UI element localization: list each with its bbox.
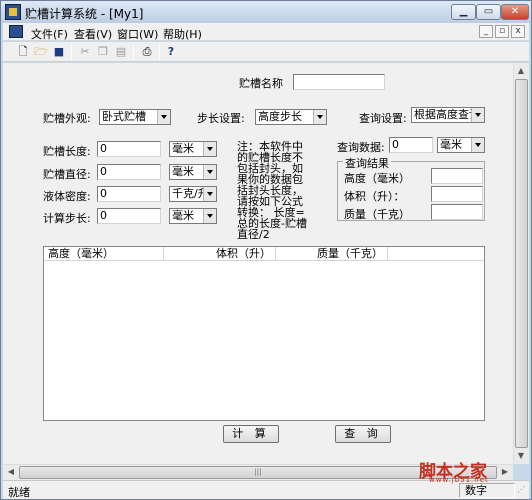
menu-window[interactable]: 窗口(W) [117,26,158,42]
toolbar-separator [159,45,160,59]
menu-file[interactable]: 文件(F) [31,26,68,42]
query-setting-label: 查询设置: [359,112,407,125]
chevron-down-icon[interactable] [203,142,216,156]
save-icon[interactable]: ■ [51,44,67,60]
conversion-note: 注：本软件中的贮槽长度不包括封头，如果你的数据包括封头长度，请按如下公式转换： … [237,140,307,241]
chevron-down-icon[interactable] [471,108,484,122]
help-icon[interactable]: ? [163,44,179,60]
shape-select[interactable]: 卧式贮槽 [99,109,171,125]
chevron-down-icon[interactable] [157,110,170,124]
query-data-unit-value: 毫米 [440,138,462,151]
column-header-volume[interactable]: 体积（升） [164,247,276,261]
result-mass-label: 质量（千克） [344,208,410,221]
menu-view[interactable]: 查看(V) [74,26,112,42]
tank-name-label: 贮槽名称 [239,77,283,90]
document-icon[interactable] [9,25,23,38]
minimize-button[interactable]: ▁ [451,4,476,20]
chevron-down-icon[interactable] [203,209,216,223]
shape-label: 贮槽外观: [43,112,91,125]
diameter-unit-value: 毫米 [172,165,194,178]
numlock-indicator: 数字 [459,483,515,498]
query-data-unit-select[interactable]: 毫米 [437,137,485,153]
length-unit-value: 毫米 [172,142,194,155]
open-folder-icon[interactable]: 🗁 [33,44,49,60]
diameter-input[interactable]: 0 [97,164,161,180]
query-data-label: 查询数据: [337,141,385,154]
query-result-title: 查询结果 [343,155,391,171]
chevron-down-icon[interactable] [203,165,216,179]
print-icon[interactable]: ⎙ [139,44,155,60]
menu-help[interactable]: 帮助(H) [163,26,202,42]
step-unit-value: 毫米 [172,209,194,222]
query-setting-select[interactable]: 根据高度查询 [411,107,485,123]
density-label: 液体密度: [43,190,91,203]
menu-bar: 文件(F) 查看(V) 窗口(W) 帮助(H) _ ▫ x [3,23,529,41]
density-unit-select[interactable]: 千克/升 [169,186,217,202]
chevron-down-icon[interactable] [471,138,484,152]
column-header-height[interactable]: 高度（毫米） [44,247,164,261]
step-setting-select[interactable]: 高度步长 [255,109,327,125]
density-input[interactable]: 0 [97,186,161,202]
scroll-up-icon[interactable]: ▲ [514,64,528,78]
result-height-field [431,168,483,184]
step-setting-select-value: 高度步长 [258,110,302,123]
scroll-left-icon[interactable]: ◀ [4,465,18,479]
vertical-scrollbar[interactable]: ▲ ▼ [513,63,529,464]
status-text: 就绪 [8,486,30,499]
mdi-minimize-icon[interactable]: _ [479,25,493,38]
length-unit-select[interactable]: 毫米 [169,141,217,157]
query-button[interactable]: 查 询 [335,425,391,443]
step-label: 计算步长: [43,212,91,225]
scroll-right-icon[interactable]: ▶ [498,465,512,479]
toolbar-separator [133,45,134,59]
title-bar[interactable]: 贮槽计算系统 - [My1] ▁ ▭ ✕ [1,1,531,23]
cut-icon[interactable]: ✂ [77,44,93,60]
result-height-label: 高度（毫米） [344,172,410,185]
form-view: 贮槽名称 贮槽外观: 卧式贮槽 步长设置: 高度步长 查询设置: 根据高度查询 … [3,63,513,464]
chevron-down-icon[interactable] [313,110,326,124]
watermark-url: www.jb51.net [429,476,489,484]
step-unit-select[interactable]: 毫米 [169,208,217,224]
length-input[interactable]: 0 [97,141,161,157]
tank-name-input[interactable] [293,74,385,90]
maximize-button[interactable]: ▭ [476,4,501,20]
close-button[interactable]: ✕ [501,4,529,20]
mdi-close-icon[interactable]: x [511,25,525,38]
result-volume-label: 体积（升）： [344,190,405,203]
query-result-group: 查询结果 高度（毫米） 体积（升）： 质量（千克） [337,155,485,221]
results-table[interactable]: 高度（毫米） 体积（升） 质量（千克） [43,246,485,421]
shape-select-value: 卧式贮槽 [102,110,146,123]
app-window: 贮槽计算系统 - [My1] ▁ ▭ ✕ 文件(F) 查看(V) 窗口(W) 帮… [0,0,532,500]
diameter-unit-select[interactable]: 毫米 [169,164,217,180]
new-file-icon[interactable]: 🗋 [15,44,31,60]
length-label: 贮槽长度: [43,145,91,158]
resize-grip-icon[interactable]: ⋰ [517,485,527,497]
app-icon [5,4,21,20]
chevron-down-icon[interactable] [203,187,216,201]
result-volume-field [431,186,483,202]
step-input[interactable]: 0 [97,208,161,224]
toolbar-separator [71,45,72,59]
copy-icon[interactable]: ❐ [95,44,111,60]
mdi-restore-icon[interactable]: ▫ [495,25,509,38]
column-header-mass[interactable]: 质量（千克） [276,247,388,261]
window-title: 贮槽计算系统 - [My1] [25,7,144,21]
paste-icon[interactable]: ▤ [113,44,129,60]
step-setting-label: 步长设置: [197,112,245,125]
toolbar: 🗋 🗁 ■ ✂ ❐ ▤ ⎙ ? [3,42,529,62]
calculate-button[interactable]: 计 算 [223,425,279,443]
table-header: 高度（毫米） 体积（升） 质量（千克） [44,247,484,261]
scroll-down-icon[interactable]: ▼ [514,449,528,463]
result-mass-field [431,204,483,220]
vertical-scroll-thumb[interactable] [515,79,528,448]
diameter-label: 贮槽直径: [43,168,91,181]
query-data-input[interactable]: 0 [389,137,433,153]
